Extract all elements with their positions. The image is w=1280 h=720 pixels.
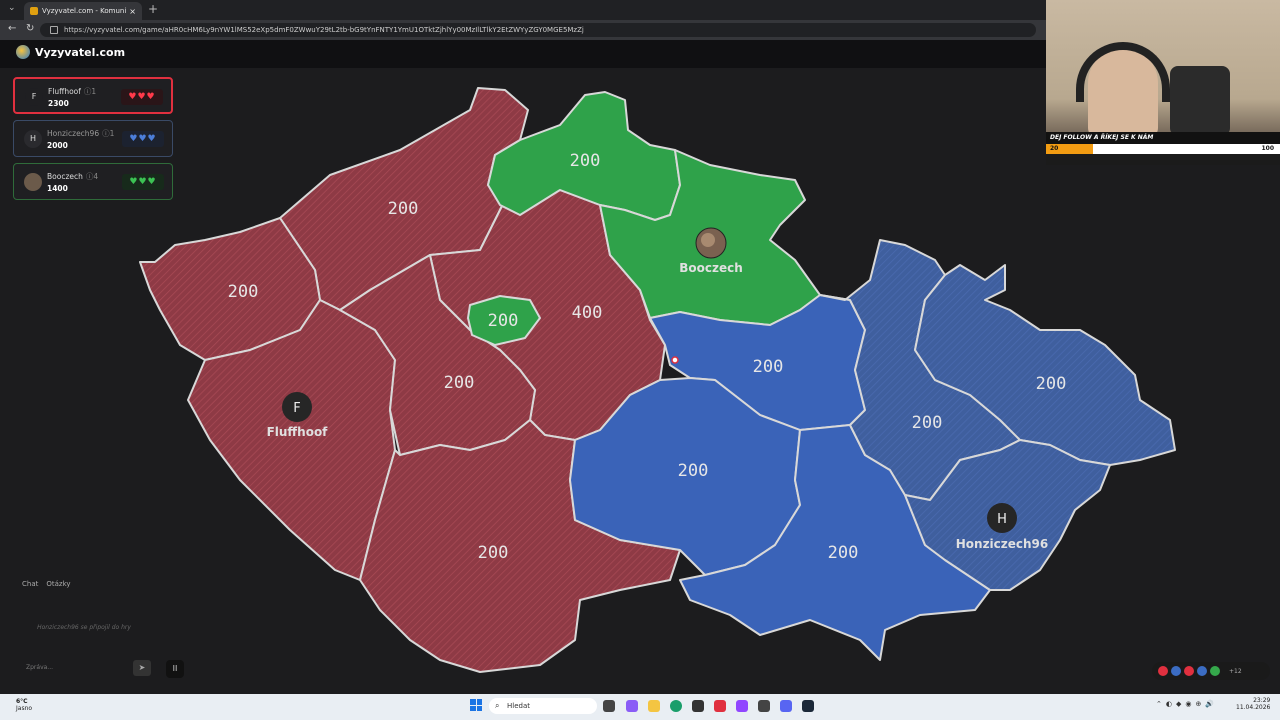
chat-panel: Chat Otázky Honziczech96 se připojil do …: [14, 576, 154, 686]
weather-widget[interactable]: 6°C Jasno: [16, 698, 32, 712]
edge-icon[interactable]: [670, 700, 682, 712]
region-value-label: 200: [828, 543, 859, 563]
region-value-label: 200: [228, 282, 259, 302]
task-view-icon[interactable]: [603, 700, 615, 712]
webcam-overlay: DEJ FOLLOW A ŘÍKEJ SE K NÁM 20 100: [1046, 0, 1280, 165]
region-value-label: 200: [1036, 374, 1067, 394]
region-value-label: 200: [478, 543, 509, 563]
overlay-strip: [1046, 154, 1280, 165]
steam-icon[interactable]: [802, 700, 814, 712]
base-name: Fluffhoof: [267, 425, 329, 439]
clock-date: 11.04.2026: [1236, 704, 1271, 711]
site-favicon-icon: [30, 7, 38, 15]
tab-chat[interactable]: Chat: [22, 580, 38, 588]
store-icon[interactable]: [692, 700, 704, 712]
send-icon[interactable]: ➤: [133, 660, 151, 676]
goal-current: 20: [1050, 145, 1059, 152]
url-text: https://vyzyvatel.com/game/aHR0cHM6Ly9nY…: [64, 26, 584, 34]
base-initial: F: [293, 401, 300, 416]
cursor-marker-icon: [671, 356, 679, 364]
region-value-label: 200: [388, 199, 419, 219]
system-tray-icons[interactable]: ⌃◐◆◉⊕🔊: [1156, 700, 1218, 708]
goal-target: 100: [1261, 145, 1274, 152]
globe-logo-icon: [16, 45, 30, 59]
pause-button[interactable]: II: [166, 660, 184, 678]
browser-tab[interactable]: Vyzyvatel.com - Komunitní vědom ×: [24, 2, 142, 20]
url-field[interactable]: https://vyzyvatel.com/game/aHR0cHM6Ly9nY…: [40, 23, 1036, 37]
discord-icon[interactable]: [780, 700, 792, 712]
avatar: [701, 233, 715, 247]
region-value-label: 200: [488, 311, 519, 331]
follow-banner: DEJ FOLLOW A ŘÍKEJ SE K NÁM: [1046, 132, 1280, 144]
chat-tabs: Chat Otázky: [14, 576, 154, 592]
windows-start-icon[interactable]: [470, 699, 482, 711]
copilot-icon[interactable]: [626, 700, 638, 712]
base-name: Honziczech96: [956, 537, 1049, 551]
chair-image: [1170, 66, 1230, 136]
weather-temp: 6°C: [16, 698, 28, 705]
search-label: Hledat: [507, 702, 530, 710]
base-name: Booczech: [679, 261, 743, 275]
os-taskbar: [0, 694, 1280, 720]
region-value-label: 200: [444, 373, 475, 393]
close-tab-icon[interactable]: ×: [129, 7, 136, 16]
region-value-label: 200: [912, 413, 943, 433]
taskbar-search[interactable]: ⌕ Hledat: [489, 698, 597, 714]
legend-dot: [1171, 666, 1181, 676]
region-value-label: 200: [678, 461, 709, 481]
tab-list-button[interactable]: ⌄: [8, 3, 16, 13]
legend-dot: [1210, 666, 1220, 676]
headphones-image: [1076, 42, 1170, 102]
base-initial: H: [997, 512, 1007, 527]
file-explorer-icon[interactable]: [648, 700, 660, 712]
back-arrow-icon[interactable]: ←: [8, 23, 16, 34]
follow-goal-bar: 20 100: [1046, 144, 1280, 154]
chat-input[interactable]: Zpráva...: [22, 660, 126, 676]
reload-icon[interactable]: ↻: [26, 23, 34, 34]
chat-message: Honziczech96 se připojil do hry: [37, 624, 131, 631]
region-value-label: 400: [572, 303, 603, 323]
new-tab-button[interactable]: +: [148, 2, 158, 16]
clock-time: 23:29: [1253, 697, 1271, 704]
twitch-icon[interactable]: [736, 700, 748, 712]
app-icon[interactable]: [714, 700, 726, 712]
legend-dot: [1197, 666, 1207, 676]
taskbar-clock[interactable]: 23:29 11.04.2026: [1236, 697, 1270, 711]
site-name: Vyzyvatel.com: [35, 45, 126, 59]
region-value-label: 200: [570, 151, 601, 171]
browser-tab-bar: ⌄ Vyzyvatel.com - Komunitní vědom × +: [0, 0, 1046, 20]
legend-dot: [1158, 666, 1168, 676]
site-logo[interactable]: Vyzyvatel.com: [16, 45, 125, 59]
tab-title: Vyzyvatel.com - Komunitní vědom: [42, 7, 127, 15]
site-header: [0, 40, 1046, 68]
tab-questions[interactable]: Otázky: [46, 580, 70, 588]
app-icon[interactable]: [758, 700, 770, 712]
region-value-label: 200: [753, 357, 784, 377]
weather-desc: Jasno: [16, 705, 33, 712]
player-color-legend: +12: [1152, 662, 1270, 680]
search-icon: ⌕: [495, 701, 500, 710]
lock-icon: [50, 26, 58, 34]
address-bar-row: ← ↻ https://vyzyvatel.com/game/aHR0cHM6L…: [0, 20, 1046, 40]
legend-more[interactable]: +12: [1229, 668, 1242, 675]
legend-dot: [1184, 666, 1194, 676]
